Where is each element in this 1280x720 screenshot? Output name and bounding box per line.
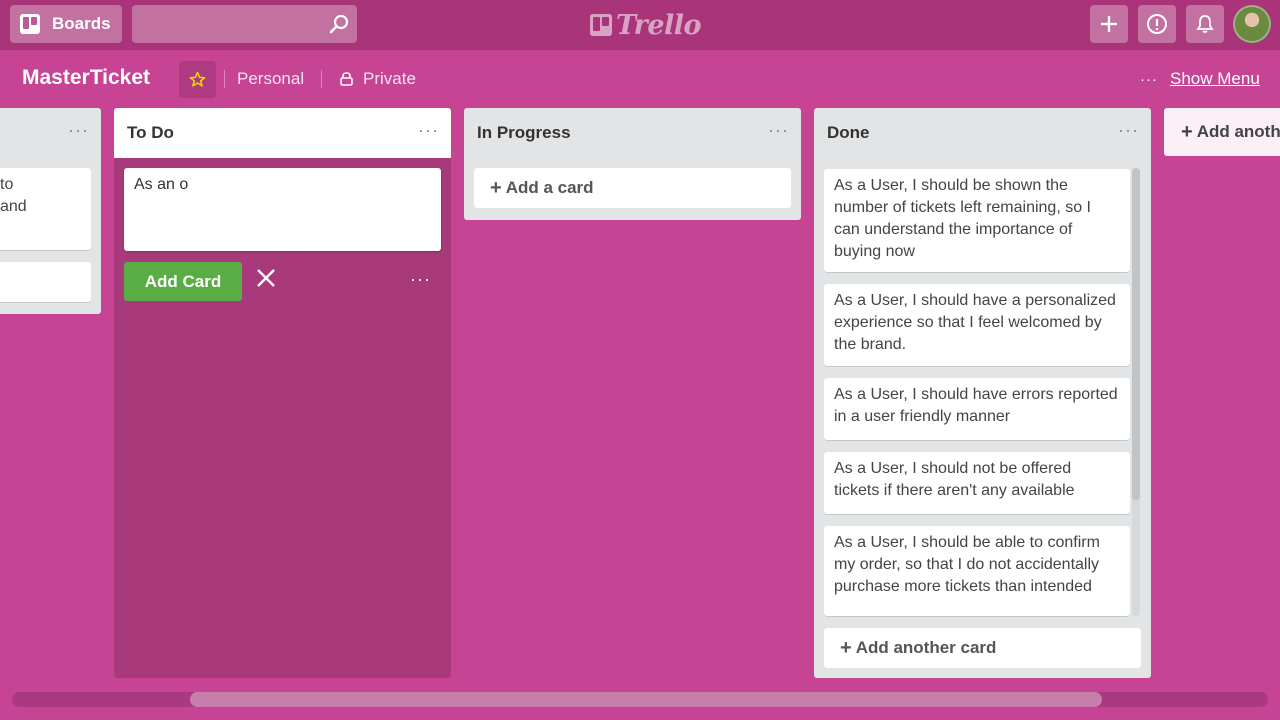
list-item[interactable]: As a User, I should not be offered ticke… bbox=[824, 452, 1130, 514]
card-composer[interactable] bbox=[124, 168, 441, 251]
search-field[interactable] bbox=[132, 5, 357, 43]
lock-icon bbox=[340, 72, 353, 86]
card-text: As a User, I should have errors reported… bbox=[834, 386, 1118, 425]
show-menu-label: Show Menu bbox=[1170, 69, 1260, 88]
list-previous: ··· to and bbox=[0, 108, 101, 314]
boards-button[interactable]: Boards bbox=[10, 5, 122, 43]
composer-options-button[interactable]: ··· bbox=[410, 269, 431, 290]
add-card-button[interactable]: + Add a card bbox=[474, 168, 791, 208]
team-link[interactable]: Personal bbox=[237, 69, 304, 89]
search-icon[interactable] bbox=[329, 14, 349, 34]
list-item[interactable]: As a User, I should be shown the number … bbox=[824, 169, 1130, 272]
plus-icon: + bbox=[840, 636, 852, 659]
add-list-button[interactable]: + Add another list bbox=[1164, 108, 1280, 156]
list-scrollbar-thumb[interactable] bbox=[1132, 168, 1140, 500]
list-header: Done ··· bbox=[814, 108, 1151, 156]
board-title[interactable]: MasterTicket bbox=[22, 66, 150, 90]
list-menu-button[interactable]: ··· bbox=[418, 120, 439, 141]
card-text: As a User, I should not be offered ticke… bbox=[834, 460, 1075, 499]
info-button[interactable] bbox=[1138, 5, 1176, 43]
user-avatar[interactable] bbox=[1233, 5, 1271, 43]
boards-label: Boards bbox=[52, 14, 111, 33]
list-todo: To Do ··· Add Card ··· bbox=[114, 108, 451, 678]
star-button[interactable] bbox=[179, 61, 216, 98]
info-icon bbox=[1147, 14, 1167, 34]
list-title[interactable]: To Do bbox=[127, 123, 174, 143]
board-scrollbar-thumb[interactable] bbox=[190, 692, 1102, 707]
card-text: As a User, I should have a personalized … bbox=[834, 292, 1116, 353]
more-icon: ··· bbox=[1140, 70, 1158, 88]
divider bbox=[321, 70, 322, 88]
list-menu-button[interactable]: ··· bbox=[68, 120, 89, 141]
create-button[interactable] bbox=[1090, 5, 1128, 43]
list-in-progress: In Progress ··· + Add a card bbox=[464, 108, 801, 220]
divider bbox=[224, 70, 225, 88]
list-scrollbar[interactable] bbox=[1132, 168, 1140, 616]
board-horizontal-scrollbar[interactable] bbox=[12, 692, 1268, 707]
add-list-label: Add another list bbox=[1196, 122, 1280, 141]
card-text: to bbox=[0, 176, 14, 193]
search-input[interactable] bbox=[132, 5, 322, 43]
list-title[interactable]: In Progress bbox=[477, 123, 571, 143]
notifications-button[interactable] bbox=[1186, 5, 1224, 43]
star-icon bbox=[189, 71, 206, 87]
plus-icon bbox=[1101, 16, 1117, 32]
add-card-label: Add another card bbox=[855, 638, 997, 657]
list-item[interactable]: to and bbox=[0, 168, 91, 250]
list-header: To Do ··· bbox=[114, 108, 451, 158]
trello-logo-icon bbox=[590, 14, 612, 36]
list-menu-button[interactable]: ··· bbox=[768, 120, 789, 141]
plus-icon: + bbox=[1181, 120, 1193, 143]
add-card-label: Add a card bbox=[505, 178, 594, 197]
card-text: As a User, I should be shown the number … bbox=[834, 177, 1091, 260]
close-icon[interactable] bbox=[256, 268, 276, 288]
card-title-input[interactable] bbox=[124, 168, 441, 251]
logo-text: Trello bbox=[616, 9, 702, 41]
card-text: and bbox=[0, 198, 27, 215]
list-title[interactable]: Done bbox=[827, 123, 870, 143]
show-menu-button[interactable]: ··· Show Menu bbox=[1140, 69, 1260, 89]
add-card-button[interactable]: Add Card bbox=[124, 262, 242, 301]
trello-logo[interactable]: Trello bbox=[590, 8, 702, 42]
list-done: Done ··· As a User, I should be shown th… bbox=[814, 108, 1151, 678]
list-item[interactable] bbox=[0, 262, 91, 302]
list-item[interactable]: As a User, I should be able to confirm m… bbox=[824, 526, 1130, 616]
add-another-card-button[interactable]: + Add another card bbox=[824, 628, 1141, 668]
list-menu-button[interactable]: ··· bbox=[1118, 120, 1139, 141]
bell-icon bbox=[1196, 15, 1214, 33]
visibility-button[interactable]: Private bbox=[340, 69, 416, 89]
list-item[interactable]: As a User, I should have a personalized … bbox=[824, 284, 1130, 366]
boards-icon bbox=[20, 14, 40, 34]
top-header: Boards Trello bbox=[0, 0, 1280, 50]
list-item[interactable]: As a User, I should have errors reported… bbox=[824, 378, 1130, 440]
visibility-label: Private bbox=[363, 69, 416, 88]
list-header: In Progress ··· bbox=[464, 108, 801, 156]
plus-icon: + bbox=[490, 176, 502, 199]
card-text: As a User, I should be able to confirm m… bbox=[834, 534, 1100, 595]
